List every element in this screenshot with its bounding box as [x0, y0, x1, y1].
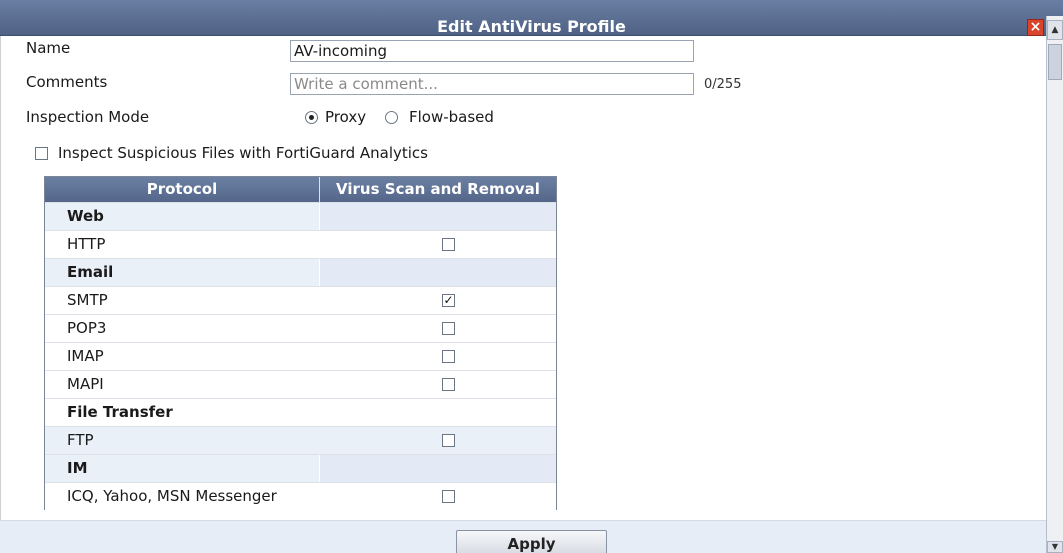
mapi-virus-scan-checkbox[interactable] [442, 378, 455, 391]
table-row-group-file-transfer: File Transfer [45, 398, 556, 426]
table-row-pop3: POP3 [45, 314, 556, 342]
protocol-table: Protocol Virus Scan and Removal Web HTTP… [44, 176, 557, 510]
protocol-label: POP3 [67, 319, 107, 337]
proxy-radio-label[interactable]: Proxy [325, 108, 366, 126]
pop3-virus-scan-checkbox[interactable] [442, 322, 455, 335]
protocol-label: IMAP [67, 347, 104, 365]
flow-based-radio-label[interactable]: Flow-based [409, 108, 494, 126]
group-label: Web [67, 207, 104, 225]
scroll-thumb[interactable] [1048, 44, 1062, 80]
protocol-label: SMTP [67, 291, 108, 309]
close-icon[interactable]: × [1027, 19, 1044, 36]
dialog-titlebar: Edit AntiVirus Profile × [0, 0, 1063, 36]
group-label: Email [67, 263, 114, 281]
http-virus-scan-checkbox[interactable] [442, 238, 455, 251]
table-row-group-im: IM [45, 454, 556, 482]
vertical-scrollbar[interactable]: ▲ ▼ [1046, 16, 1063, 553]
group-cell-empty [319, 259, 556, 286]
checkmark-icon: ✓ [443, 293, 454, 307]
table-row-smtp: SMTP ✓ [45, 286, 556, 314]
comments-label: Comments [26, 73, 108, 91]
fortiguard-analytics-label[interactable]: Inspect Suspicious Files with FortiGuard… [58, 144, 428, 162]
table-row-group-web: Web [45, 202, 556, 230]
group-cell-empty [319, 203, 556, 230]
fortiguard-analytics-checkbox[interactable] [35, 147, 48, 160]
ftp-virus-scan-checkbox[interactable] [442, 434, 455, 447]
group-cell-empty [319, 455, 556, 482]
scroll-down-arrow-icon[interactable]: ▼ [1047, 541, 1063, 553]
protocol-label: ICQ, Yahoo, MSN Messenger [67, 487, 277, 505]
inspection-mode-label: Inspection Mode [26, 108, 150, 126]
column-header-protocol: Protocol [146, 180, 218, 198]
flow-based-radio[interactable] [385, 111, 398, 124]
table-row-group-email: Email [45, 258, 556, 286]
proxy-radio[interactable] [305, 111, 318, 124]
comments-input[interactable] [290, 73, 694, 95]
name-label: Name [26, 39, 71, 57]
protocol-label: FTP [67, 431, 94, 449]
imap-virus-scan-checkbox[interactable] [442, 350, 455, 363]
smtp-virus-scan-checkbox[interactable]: ✓ [442, 294, 455, 307]
table-row-im-messenger: ICQ, Yahoo, MSN Messenger [45, 482, 556, 510]
column-header-virus-scan: Virus Scan and Removal [336, 180, 540, 198]
group-label: IM [67, 459, 88, 477]
table-row-mapi: MAPI [45, 370, 556, 398]
im-virus-scan-checkbox[interactable] [442, 490, 455, 503]
table-header: Protocol Virus Scan and Removal [45, 177, 556, 202]
group-label: File Transfer [67, 403, 173, 421]
dialog-title: Edit AntiVirus Profile [437, 17, 626, 36]
protocol-label: HTTP [67, 235, 106, 253]
scroll-up-arrow-icon[interactable]: ▲ [1047, 20, 1063, 40]
table-row-imap: IMAP [45, 342, 556, 370]
dialog-left-edge [0, 36, 3, 553]
apply-button[interactable]: Apply [456, 530, 607, 553]
table-row-http: HTTP [45, 230, 556, 258]
table-row-ftp: FTP [45, 426, 556, 454]
protocol-label: MAPI [67, 375, 104, 393]
comments-char-counter: 0/255 [704, 77, 742, 92]
name-input[interactable] [290, 40, 694, 62]
